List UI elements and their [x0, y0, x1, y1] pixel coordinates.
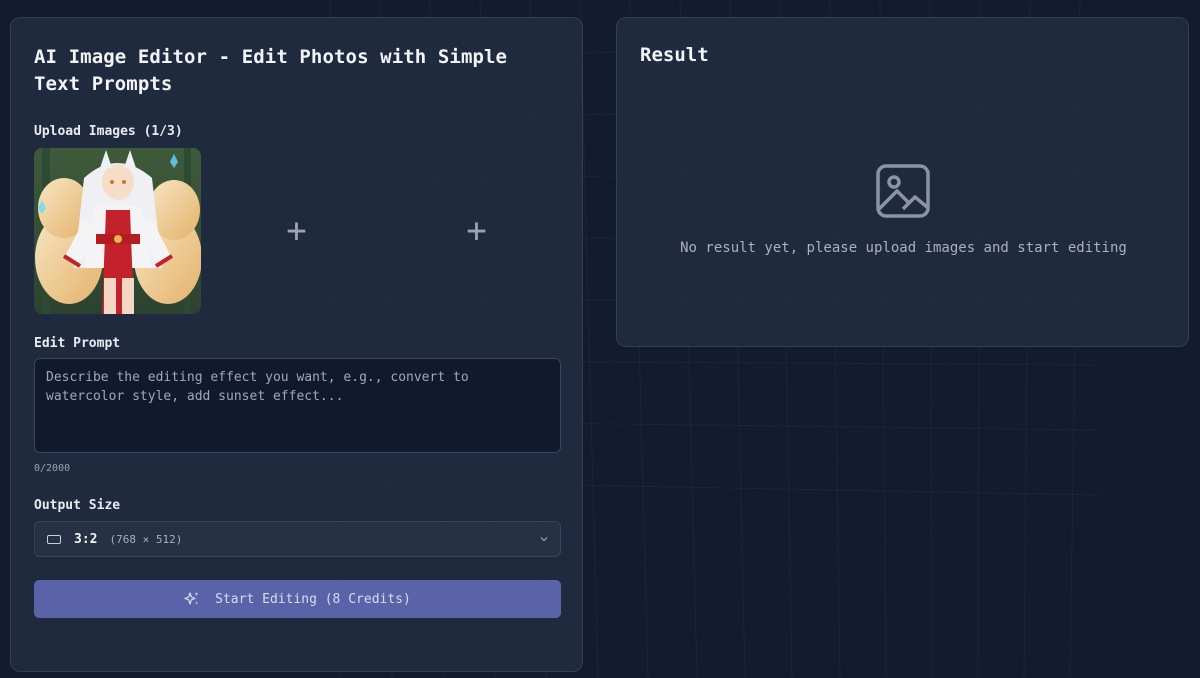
add-image-slot[interactable]: +: [393, 148, 560, 314]
aspect-ratio-icon: [47, 534, 61, 544]
upload-images-label: Upload Images (1/3): [34, 124, 183, 139]
sparkles-icon: [184, 591, 200, 607]
output-size-label: Output Size: [34, 498, 121, 513]
output-size-select[interactable]: 3:2 (768 × 512): [34, 521, 561, 557]
result-title: Result: [640, 44, 709, 66]
empty-result-message: No result yet, please upload images and …: [680, 240, 1127, 256]
uploaded-image-thumbnail[interactable]: [34, 148, 201, 314]
start-editing-button[interactable]: Start Editing (8 Credits): [34, 580, 561, 618]
anime-fox-girl-image: [34, 148, 201, 314]
size-ratio: 3:2: [74, 531, 98, 547]
edit-prompt-input[interactable]: [34, 358, 561, 453]
editor-panel: AI Image Editor - Edit Photos with Simpl…: [10, 17, 583, 672]
char-counter: 0/2000: [34, 463, 71, 474]
chevron-down-icon: [540, 537, 548, 542]
image-icon: [876, 164, 930, 218]
size-dimensions: (768 × 512): [109, 532, 183, 546]
edit-prompt-label: Edit Prompt: [34, 336, 121, 351]
add-image-slot[interactable]: +: [213, 148, 380, 314]
result-panel: Result No result yet, please upload imag…: [616, 17, 1189, 347]
start-editing-label: Start Editing (8 Credits): [215, 591, 411, 607]
page-title: AI Image Editor - Edit Photos with Simpl…: [34, 46, 508, 95]
